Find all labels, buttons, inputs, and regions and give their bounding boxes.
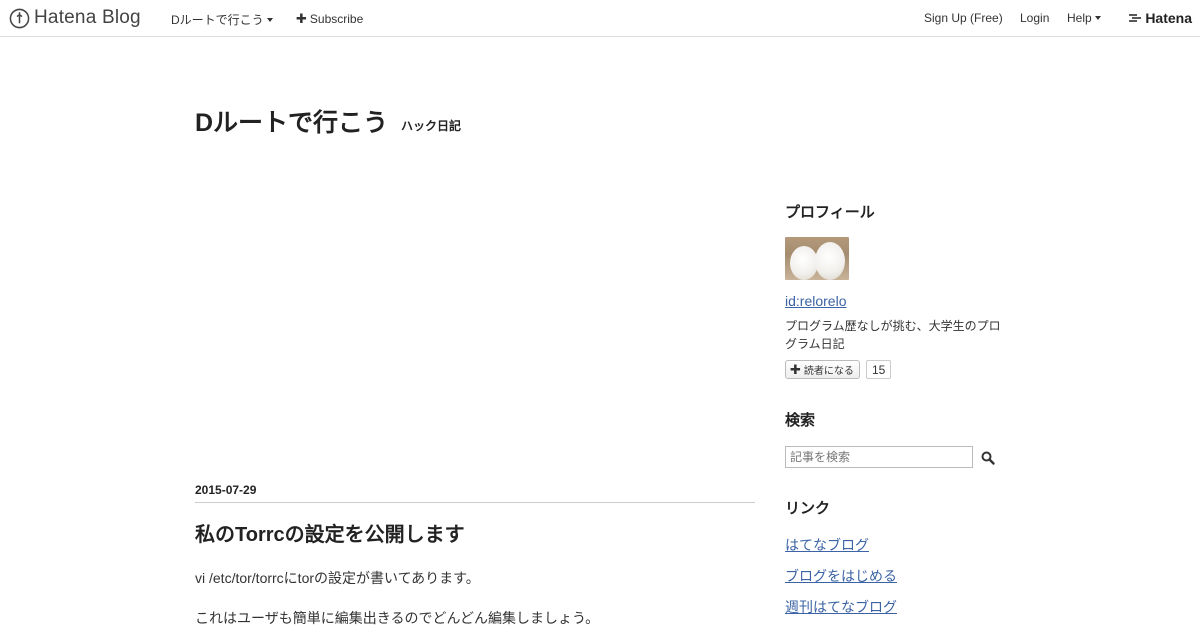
- help-menu-button[interactable]: Help: [1067, 11, 1101, 25]
- entry-date[interactable]: 2015-07-29: [195, 483, 256, 497]
- link-item[interactable]: 週刊はてなブログ: [785, 597, 897, 617]
- blog-menu-button[interactable]: Dルートで行こう: [171, 11, 273, 28]
- avatar-bird-left: [790, 246, 818, 280]
- profile-heading: プロフィール: [785, 204, 875, 221]
- links-heading: リンク: [785, 500, 831, 517]
- avatar[interactable]: [785, 237, 849, 280]
- hatena-blog-logo[interactable]: Hatena Blog: [9, 6, 141, 30]
- signup-label: Sign Up (Free): [924, 11, 1003, 25]
- profile-bio: プログラム歴なしが挑む、大学生のプログラム日記: [785, 319, 1001, 351]
- reader-subscribe-label: 読者になる: [803, 366, 854, 377]
- entry-title[interactable]: 私のTorrcの設定を公開します: [195, 518, 465, 547]
- plus-icon: ✚: [296, 11, 307, 26]
- reader-subscribe-button[interactable]: ✚ 読者になる: [785, 360, 860, 379]
- profile-user-id-link[interactable]: id:relorelo: [785, 293, 846, 309]
- help-label: Help: [1067, 11, 1092, 25]
- entry-paragraph: これはユーザも簡単に編集出きるのでどんどん編集しましょう。: [195, 610, 600, 626]
- hatena-brand-label: Hatena: [1145, 10, 1192, 26]
- blog-title[interactable]: Dルートで行こう: [195, 103, 388, 139]
- login-link[interactable]: Login: [1020, 11, 1049, 25]
- logo-text: Hatena Blog: [34, 7, 141, 28]
- entry-paragraph: vi /etc/tor/torrcにtorの設定が書いてあります。: [195, 570, 480, 586]
- subscriber-count[interactable]: 15: [866, 360, 892, 379]
- plus-icon: ✚: [790, 361, 801, 377]
- entry-divider: [195, 502, 755, 503]
- blog-menu-label: Dルートで行こう: [171, 13, 264, 27]
- global-header: Hatena Blog Dルートで行こう ✚ Subscribe Sign Up…: [0, 0, 1200, 37]
- hatena-brand-link[interactable]: Hatena: [1128, 10, 1192, 26]
- search-input[interactable]: [785, 446, 973, 468]
- chevron-down-icon: [1094, 16, 1101, 20]
- hatena-mark-icon: [1129, 14, 1142, 22]
- link-item[interactable]: はてなブログ: [785, 535, 869, 555]
- subscribe-label: Subscribe: [309, 12, 364, 26]
- hatena-blog-logo-icon: [9, 8, 30, 28]
- link-item[interactable]: ブログをはじめる: [785, 566, 897, 586]
- avatar-bird-right: [815, 242, 845, 280]
- blog-description: ハック日記: [401, 119, 462, 133]
- search-icon[interactable]: [980, 450, 996, 466]
- subscribe-link[interactable]: ✚ Subscribe: [296, 11, 363, 27]
- search-heading: 検索: [785, 412, 816, 429]
- login-label: Login: [1020, 11, 1050, 25]
- signup-link[interactable]: Sign Up (Free): [924, 11, 1003, 25]
- chevron-down-icon: [266, 17, 273, 22]
